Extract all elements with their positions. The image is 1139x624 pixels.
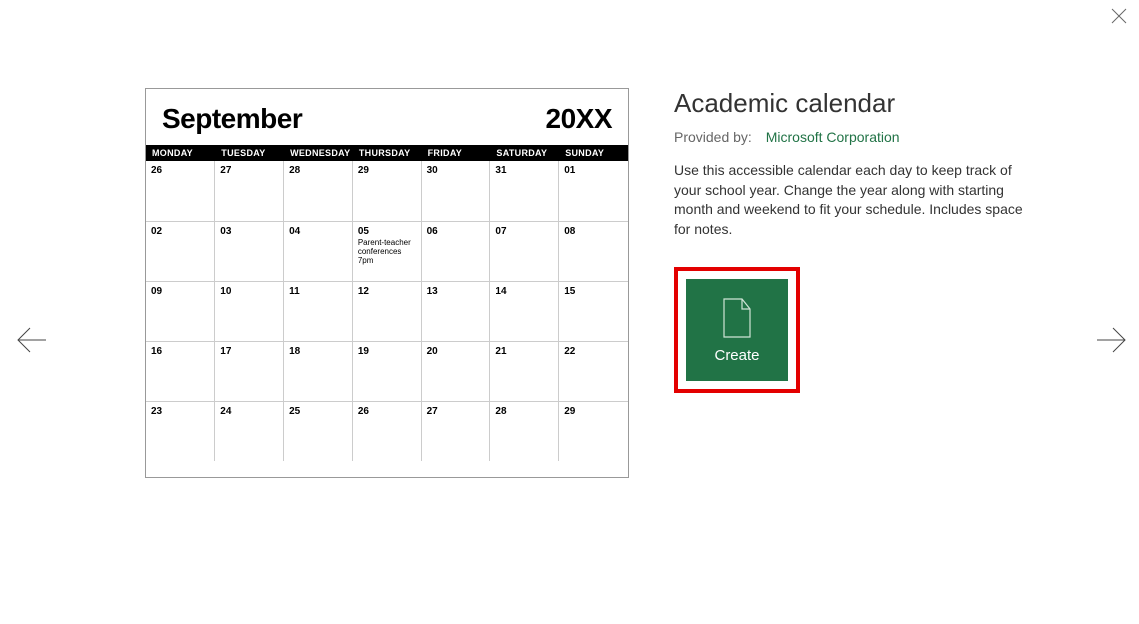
calendar-cell: 17 <box>215 341 284 401</box>
arrow-left-icon <box>14 322 50 358</box>
calendar-cell: 25 <box>284 401 353 461</box>
calendar-cell: 03 <box>215 221 284 281</box>
calendar-cell: 31 <box>490 161 559 221</box>
calendar-cell: 01 <box>559 161 628 221</box>
template-title: Academic calendar <box>674 88 1024 119</box>
calendar-day-header: MONDAY <box>146 145 215 161</box>
calendar-cell: 18 <box>284 341 353 401</box>
calendar-cell: 02 <box>146 221 215 281</box>
calendar-year: 20XX <box>546 103 613 135</box>
calendar-cell: 27 <box>421 401 490 461</box>
calendar-cell: 05Parent-teacher conferences 7pm <box>352 221 421 281</box>
calendar-cell: 21 <box>490 341 559 401</box>
calendar-cell: 10 <box>215 281 284 341</box>
calendar-cell: 20 <box>421 341 490 401</box>
calendar-day-header: THURSDAY <box>352 145 421 161</box>
calendar-grid: MONDAYTUESDAYWEDNESDAYTHURSDAYFRIDAYSATU… <box>146 145 628 461</box>
calendar-day-header: TUESDAY <box>215 145 284 161</box>
calendar-month: September <box>162 103 302 135</box>
close-icon <box>1109 6 1129 26</box>
create-button-label: Create <box>714 347 759 364</box>
calendar-cell: 12 <box>352 281 421 341</box>
create-button-highlight: Create <box>674 267 800 393</box>
calendar-cell: 14 <box>490 281 559 341</box>
provided-by-label: Provided by: <box>674 129 752 145</box>
calendar-cell: 28 <box>284 161 353 221</box>
template-details: Academic calendar Provided by: Microsoft… <box>674 88 1024 478</box>
template-description: Use this accessible calendar each day to… <box>674 161 1024 239</box>
create-button[interactable]: Create <box>686 279 788 381</box>
provider-link[interactable]: Microsoft Corporation <box>766 129 900 145</box>
calendar-cell: 22 <box>559 341 628 401</box>
calendar-cell: 23 <box>146 401 215 461</box>
calendar-cell: 28 <box>490 401 559 461</box>
template-preview: September 20XX MONDAYTUESDAYWEDNESDAYTHU… <box>145 88 629 478</box>
calendar-cell: 19 <box>352 341 421 401</box>
calendar-cell: 07 <box>490 221 559 281</box>
calendar-cell: 26 <box>352 401 421 461</box>
document-icon <box>720 297 754 339</box>
calendar-cell: 04 <box>284 221 353 281</box>
calendar-cell: 29 <box>352 161 421 221</box>
calendar-cell: 26 <box>146 161 215 221</box>
calendar-cell: 16 <box>146 341 215 401</box>
calendar-cell: 30 <box>421 161 490 221</box>
close-button[interactable] <box>1109 6 1129 26</box>
calendar-cell: 15 <box>559 281 628 341</box>
calendar-day-header: FRIDAY <box>421 145 490 161</box>
calendar-day-header: WEDNESDAY <box>284 145 353 161</box>
previous-template-button[interactable] <box>14 322 50 358</box>
calendar-day-header: SATURDAY <box>490 145 559 161</box>
calendar-cell-note: Parent-teacher conferences 7pm <box>358 238 416 266</box>
calendar-cell: 29 <box>559 401 628 461</box>
calendar-cell: 09 <box>146 281 215 341</box>
calendar-cell: 06 <box>421 221 490 281</box>
calendar-cell: 27 <box>215 161 284 221</box>
calendar-cell: 08 <box>559 221 628 281</box>
calendar-cell: 13 <box>421 281 490 341</box>
calendar-cell: 24 <box>215 401 284 461</box>
calendar-cell: 11 <box>284 281 353 341</box>
calendar-day-header: SUNDAY <box>559 145 628 161</box>
